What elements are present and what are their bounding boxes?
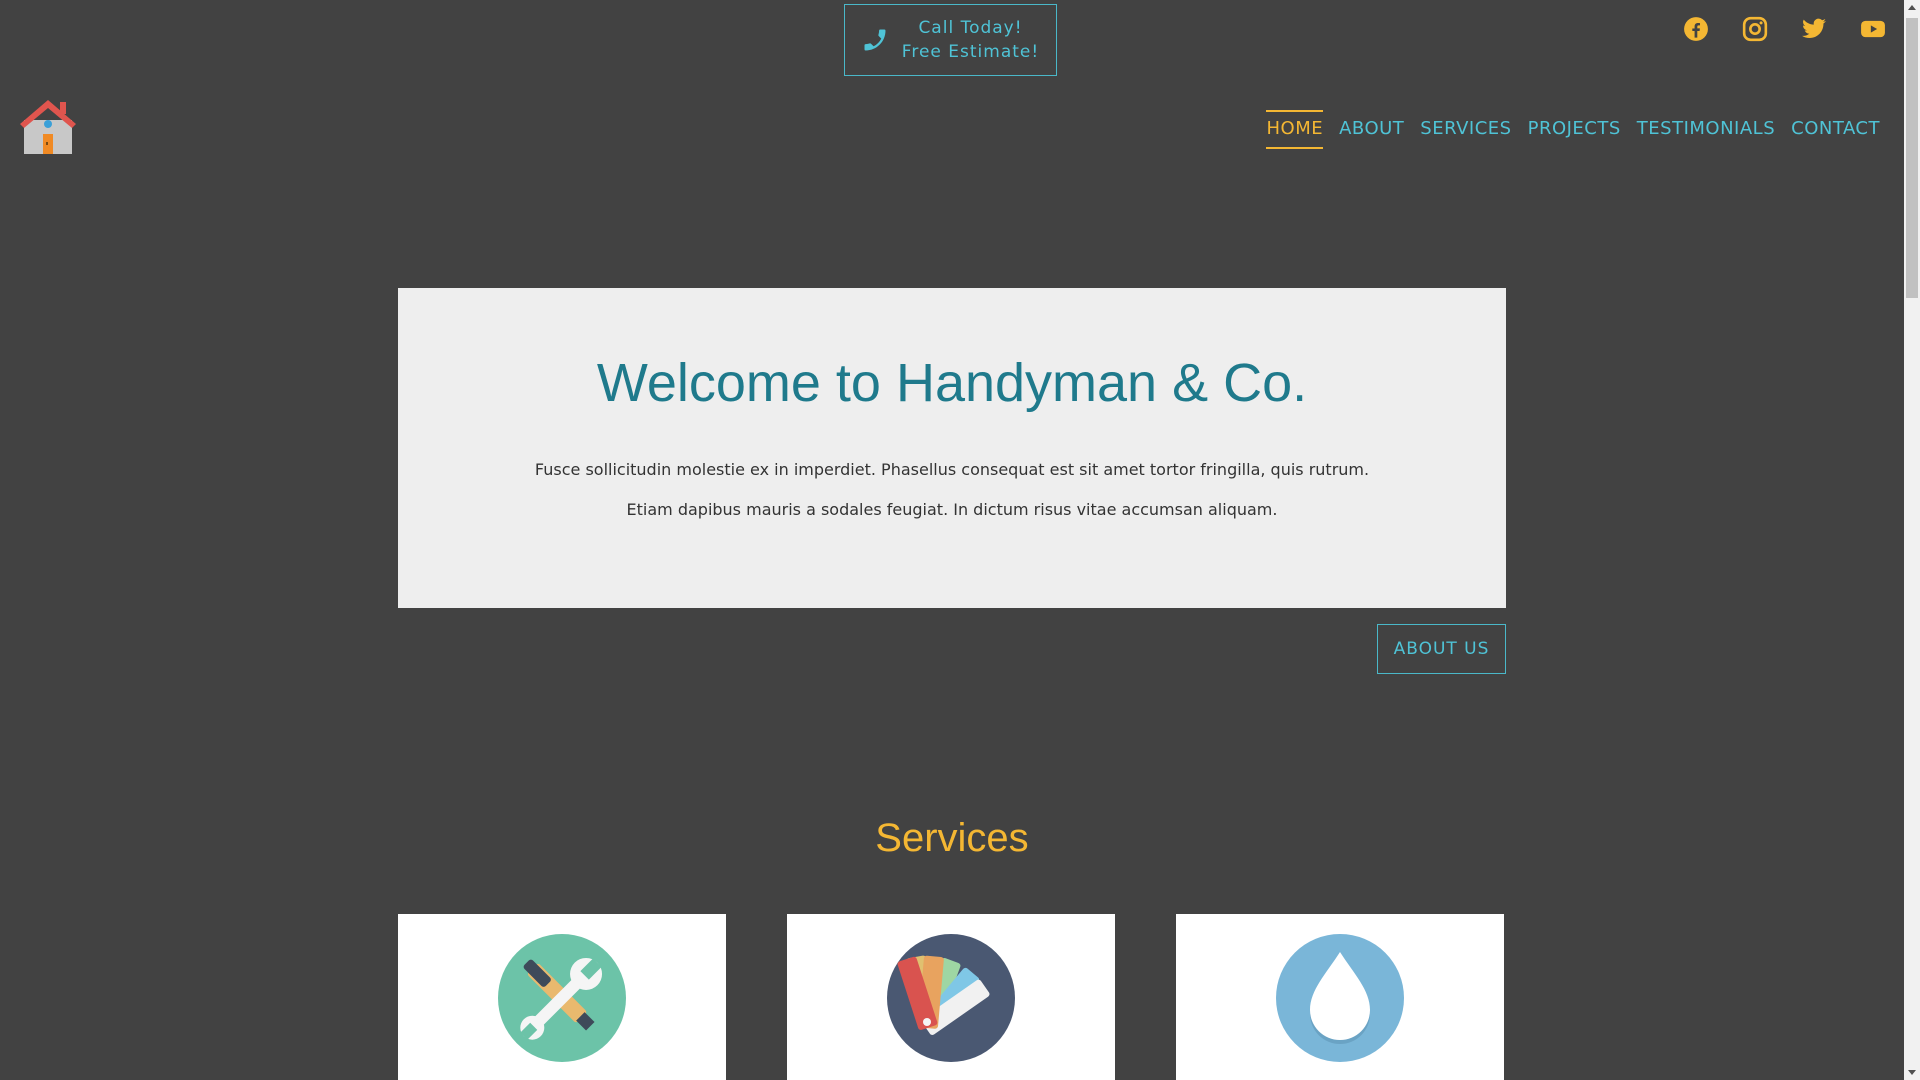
nav-item-testimonials[interactable]: TESTIMONIALS — [1637, 110, 1775, 149]
hero-title: Welcome to Handyman & Co. — [596, 353, 1308, 413]
service-card-painting[interactable] — [787, 914, 1115, 1080]
phone-icon — [864, 29, 886, 51]
scroll-up-arrow-icon[interactable] — [1908, 5, 1916, 10]
service-card-tools[interactable] — [398, 914, 726, 1080]
nav-item-home[interactable]: HOME — [1266, 110, 1324, 149]
call-line1: Call Today! — [918, 18, 1023, 38]
main-nav: HOME ABOUT SERVICES PROJECTS TESTIMONIAL… — [1266, 110, 1880, 149]
scrollbar-thumb[interactable] — [1906, 18, 1918, 298]
call-text: Call Today! Free Estimate! — [897, 16, 1056, 64]
facebook-icon[interactable] — [1683, 16, 1709, 42]
nav-item-services[interactable]: SERVICES — [1420, 110, 1511, 149]
call-today-button[interactable]: Call Today! Free Estimate! — [844, 4, 1057, 76]
twitter-icon[interactable] — [1801, 16, 1827, 42]
house-logo-icon[interactable] — [16, 96, 80, 156]
page-scrollbar[interactable] — [1904, 0, 1920, 1080]
instagram-icon[interactable] — [1742, 16, 1768, 42]
nav-item-about[interactable]: ABOUT — [1339, 110, 1404, 149]
about-us-button[interactable]: ABOUT US — [1377, 624, 1506, 674]
youtube-icon[interactable] — [1860, 16, 1886, 42]
water-drop-icon — [1276, 934, 1404, 1062]
page: Call Today! Free Estimate! HOME ABOUT SE… — [0, 0, 1920, 1080]
hero-text-line1: Fusce sollicitudin molestie ex in imperd… — [534, 460, 1370, 479]
nav-item-contact[interactable]: CONTACT — [1791, 110, 1880, 149]
nav-item-projects[interactable]: PROJECTS — [1528, 110, 1621, 149]
scroll-down-arrow-icon[interactable] — [1908, 1070, 1916, 1075]
social-links — [1683, 16, 1886, 42]
tools-icon — [498, 934, 626, 1062]
hero-panel: Welcome to Handyman & Co. Fusce sollicit… — [398, 288, 1506, 608]
call-line2: Free Estimate! — [901, 42, 1040, 62]
hero-text-line2: Etiam dapibus mauris a sodales feugiat. … — [626, 500, 1278, 519]
color-swatch-icon — [887, 934, 1015, 1062]
service-card-plumbing[interactable] — [1176, 914, 1504, 1080]
services-title: Services — [875, 816, 1029, 860]
